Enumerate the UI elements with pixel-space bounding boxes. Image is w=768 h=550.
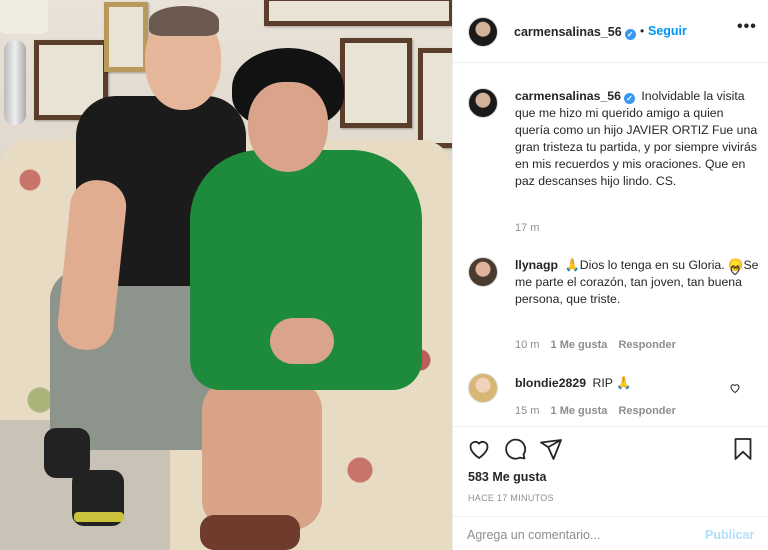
comment-meta: 10 m 1 Me gusta Responder [515,339,684,351]
author-username[interactable]: carmensalinas_56 ✓ [514,25,636,40]
comment-avatar[interactable] [468,257,498,287]
photo-shoe-sole [74,512,124,522]
post-side-panel: carmensalinas_56 ✓ • Seguir ••• carmensal… [452,0,768,550]
photo-frame [264,0,452,26]
caption-username-text[interactable]: carmensalinas_56 [515,89,621,103]
comment-icon[interactable] [503,437,527,461]
reply-button[interactable]: Responder [618,405,675,417]
comment-like-heart-icon[interactable] [729,382,741,394]
comments-section[interactable]: carmensalinas_56 ✓ Inolvidable la visita … [453,64,768,426]
add-comment-bar: Publicar [453,516,768,550]
photo-frame [104,2,148,72]
pray-emoji-icon: 🙏 [616,376,632,390]
comment-like-heart-icon[interactable] [729,264,741,276]
more-options-icon[interactable]: ••• [737,18,757,36]
verified-badge-icon: ✓ [624,29,636,40]
verified-badge-icon: ✓ [623,93,635,104]
add-comment-input[interactable] [467,525,687,545]
pray-emoji-icon: 🙏 [564,258,580,272]
caption-username[interactable]: carmensalinas_56 ✓ [515,89,635,104]
photo-woman-hand [270,318,334,364]
reply-button[interactable]: Responder [618,339,675,351]
comment-avatar[interactable] [468,373,498,403]
bookmark-icon[interactable] [731,437,755,461]
caption-time[interactable]: 17 m [515,222,539,234]
photo-lamp [0,0,48,34]
comment-item: llynagp 🙏Dios lo tenga en su Gloria. 😞Se… [515,257,761,308]
comment-time[interactable]: 10 m [515,339,539,351]
comment-username[interactable]: blondie2829 [515,376,586,390]
comment-likes[interactable]: 1 Me gusta [551,405,608,417]
comment-text: RIP [592,376,613,390]
post-header: carmensalinas_56 ✓ • Seguir ••• [453,0,768,63]
author-avatar[interactable] [468,17,498,47]
post-actions: 583 Me gusta HACE 17 MINUTOS [453,426,768,516]
share-icon[interactable] [539,437,563,461]
follow-button[interactable]: Seguir [648,24,687,38]
comment-likes[interactable]: 1 Me gusta [551,339,608,351]
caption-text: Inolvidable la visita que me hizo mi que… [515,89,758,188]
photo-woman-legs [202,380,322,530]
author-username-text[interactable]: carmensalinas_56 [514,25,622,39]
instagram-post: carmensalinas_56 ✓ • Seguir ••• carmensal… [0,0,768,550]
post-photo[interactable] [0,0,452,550]
photo-woman-head [248,82,328,172]
post-timestamp[interactable]: HACE 17 MINUTOS [468,493,554,503]
photo-woman-shoe [200,515,300,550]
publish-button[interactable]: Publicar [705,528,754,542]
comment-username[interactable]: llynagp [515,258,558,272]
header-separator: • [640,24,645,38]
likes-count[interactable]: 583 Me gusta [468,470,547,484]
caption: carmensalinas_56 ✓ Inolvidable la visita … [515,88,761,190]
photo-man-hair [149,6,219,36]
heart-icon[interactable] [467,437,491,461]
comment-meta: 15 m 1 Me gusta Responder [515,405,684,417]
comment-item: blondie2829 RIP 🙏 [515,375,761,392]
photo-lamp-base [4,40,26,125]
caption-meta: 17 m [515,222,547,234]
comment-time[interactable]: 15 m [515,405,539,417]
photo-frame [418,48,452,148]
photo-frame [340,38,412,128]
comment-text: Dios lo tenga en su Gloria. [579,258,725,272]
caption-avatar[interactable] [468,88,498,118]
